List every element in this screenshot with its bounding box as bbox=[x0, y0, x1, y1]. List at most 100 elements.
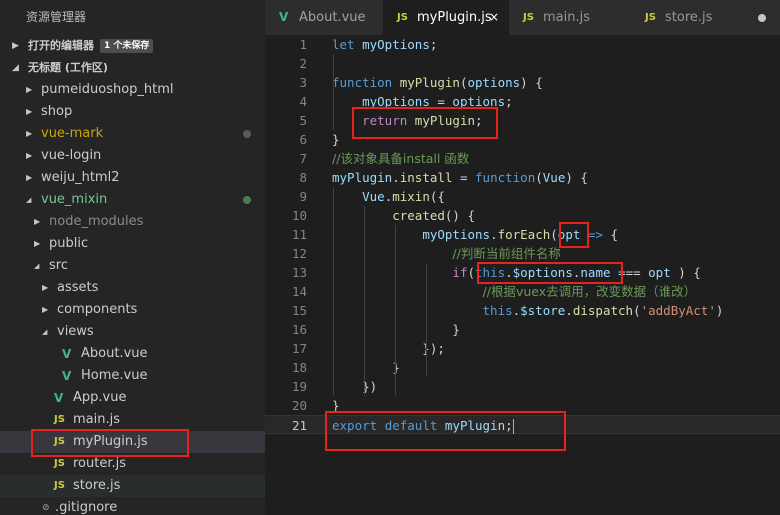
annotation-box-this-options-name bbox=[477, 262, 623, 284]
code-token: ( bbox=[550, 227, 558, 242]
tree-item[interactable]: ▶ vue-mark bbox=[0, 123, 265, 145]
annotation-box-export bbox=[325, 411, 566, 451]
chevron-right-icon: ▶ bbox=[26, 85, 33, 94]
tree-item-label: About.vue bbox=[81, 346, 148, 361]
tree-item-label: main.js bbox=[73, 412, 120, 427]
line-number: 19 bbox=[291, 379, 307, 394]
indent-guide bbox=[364, 206, 365, 396]
explorer-title: 资源管理器 bbox=[26, 10, 87, 24]
editor-tab[interactable]: JS myPlugin.js × bbox=[383, 0, 510, 35]
annotation-box-return bbox=[352, 107, 498, 139]
code-token: ) bbox=[715, 303, 724, 318]
js-file-icon: JS bbox=[54, 414, 65, 425]
chevron-right-icon: ▶ bbox=[26, 107, 33, 116]
code-token: ({ bbox=[429, 189, 445, 204]
tree-item[interactable]: ▶ pumeiduoshop_html bbox=[0, 79, 265, 101]
tree-item[interactable]: ▶ weiju_html2 bbox=[0, 167, 265, 189]
code-token: myPlugin bbox=[332, 170, 393, 185]
line-number: 8 bbox=[299, 170, 307, 185]
code-line: 6} bbox=[265, 130, 780, 149]
js-file-icon: JS bbox=[54, 480, 65, 491]
line-number: 20 bbox=[291, 398, 307, 413]
code-token: myOptions bbox=[362, 37, 430, 52]
tree-item[interactable]: V App.vue bbox=[0, 387, 265, 409]
tree-item[interactable]: JS main.js bbox=[0, 409, 265, 431]
annotation-box-selected-file bbox=[31, 429, 189, 457]
code-line: 19 }) bbox=[265, 377, 780, 396]
tree-item-label: store.js bbox=[73, 478, 121, 493]
tree-item[interactable]: ▶ vue-login bbox=[0, 145, 265, 167]
code-token: } bbox=[332, 360, 400, 375]
code-token: ( bbox=[467, 265, 476, 280]
tree-item[interactable]: V Home.vue bbox=[0, 365, 265, 387]
tree-item-label: Home.vue bbox=[81, 368, 148, 383]
tree-item[interactable]: ▶ node_modules bbox=[0, 211, 265, 233]
code-token: => bbox=[587, 227, 603, 242]
tree-item[interactable]: JS store.js bbox=[0, 475, 265, 497]
file-icon: ⊘ bbox=[42, 503, 50, 513]
line-number: 3 bbox=[299, 75, 307, 90]
line-number: 7 bbox=[299, 151, 307, 166]
unsaved-badge: 1 个未保存 bbox=[100, 39, 154, 53]
tree-item[interactable]: ◢ views bbox=[0, 321, 265, 343]
code-line: 11 myOptions.forEach(opt => { bbox=[265, 225, 780, 244]
tree-item[interactable]: ▶ components bbox=[0, 299, 265, 321]
code-token: { bbox=[602, 227, 619, 242]
code-token: ) { bbox=[565, 170, 588, 185]
tree-item[interactable]: ▶ public bbox=[0, 233, 265, 255]
chevron-right-icon: ▶ bbox=[42, 305, 49, 314]
code-token: install bbox=[399, 170, 453, 185]
tree-item[interactable]: ▶ shop bbox=[0, 101, 265, 123]
close-icon[interactable]: × bbox=[489, 0, 499, 35]
tree-item[interactable]: V About.vue bbox=[0, 343, 265, 365]
editor-tab[interactable]: V About.vue bbox=[265, 0, 384, 35]
vue-file-icon: V bbox=[62, 347, 72, 361]
tree-item[interactable]: ▶ assets bbox=[0, 277, 265, 299]
code-token: //判断当前组件名称 bbox=[452, 246, 561, 261]
code-token: = bbox=[452, 170, 476, 185]
indent-guide bbox=[426, 263, 427, 377]
chevron-right-icon: ▶ bbox=[42, 283, 49, 292]
code-token: options bbox=[467, 75, 521, 90]
chevron-right-icon: ▶ bbox=[34, 217, 41, 226]
tree-item-label: node_modules bbox=[49, 214, 144, 229]
status-dot bbox=[243, 130, 251, 138]
tree-item-label: pumeiduoshop_html bbox=[41, 82, 174, 97]
open-editors-section[interactable]: ▶ 打开的编辑器 1 个未保存 bbox=[0, 35, 265, 57]
line-number: 6 bbox=[299, 132, 307, 147]
editor-tab[interactable]: JS main.js bbox=[509, 0, 632, 35]
code-token: . bbox=[565, 303, 573, 318]
code-line: 4 myOptions = options; bbox=[265, 92, 780, 111]
code-token: . bbox=[490, 227, 498, 242]
line-code: Vue.mixin({ bbox=[332, 187, 445, 206]
workspace-section[interactable]: ◢ 无标题 (工作区) bbox=[0, 57, 265, 79]
tab-label: main.js bbox=[543, 10, 590, 25]
tree-item[interactable]: ◢ vue_mixin bbox=[0, 189, 265, 211]
unsaved-dot-icon[interactable] bbox=[758, 14, 766, 22]
code-line: 14 //根据vuex去调用，改变数据（谁改） bbox=[265, 282, 780, 301]
status-dot bbox=[243, 196, 251, 204]
code-token: } bbox=[332, 132, 340, 147]
line-code: }) bbox=[332, 377, 377, 396]
code-token: ; bbox=[429, 37, 438, 52]
chevron-right-icon: ▶ bbox=[34, 239, 41, 248]
code-line: 2 bbox=[265, 54, 780, 73]
line-code: let myOptions; bbox=[332, 35, 437, 54]
tree-item[interactable]: ◢ src bbox=[0, 255, 265, 277]
js-file-icon: JS bbox=[645, 12, 656, 23]
tree-item[interactable]: ⊘ .gitignore bbox=[0, 497, 265, 515]
code-line: 10 created() { bbox=[265, 206, 780, 225]
line-number: 21 bbox=[291, 418, 307, 433]
tree-item-label: weiju_html2 bbox=[41, 170, 120, 185]
code-token: mixin bbox=[392, 189, 430, 204]
line-number: 11 bbox=[291, 227, 307, 242]
code-editor[interactable]: 1 let myOptions; 2 3 function myPlugin(optio… bbox=[265, 35, 780, 515]
editor-tab[interactable]: JS store.js bbox=[631, 0, 780, 35]
code-token: created bbox=[392, 208, 445, 223]
tree-item-label: vue_mixin bbox=[41, 192, 108, 207]
